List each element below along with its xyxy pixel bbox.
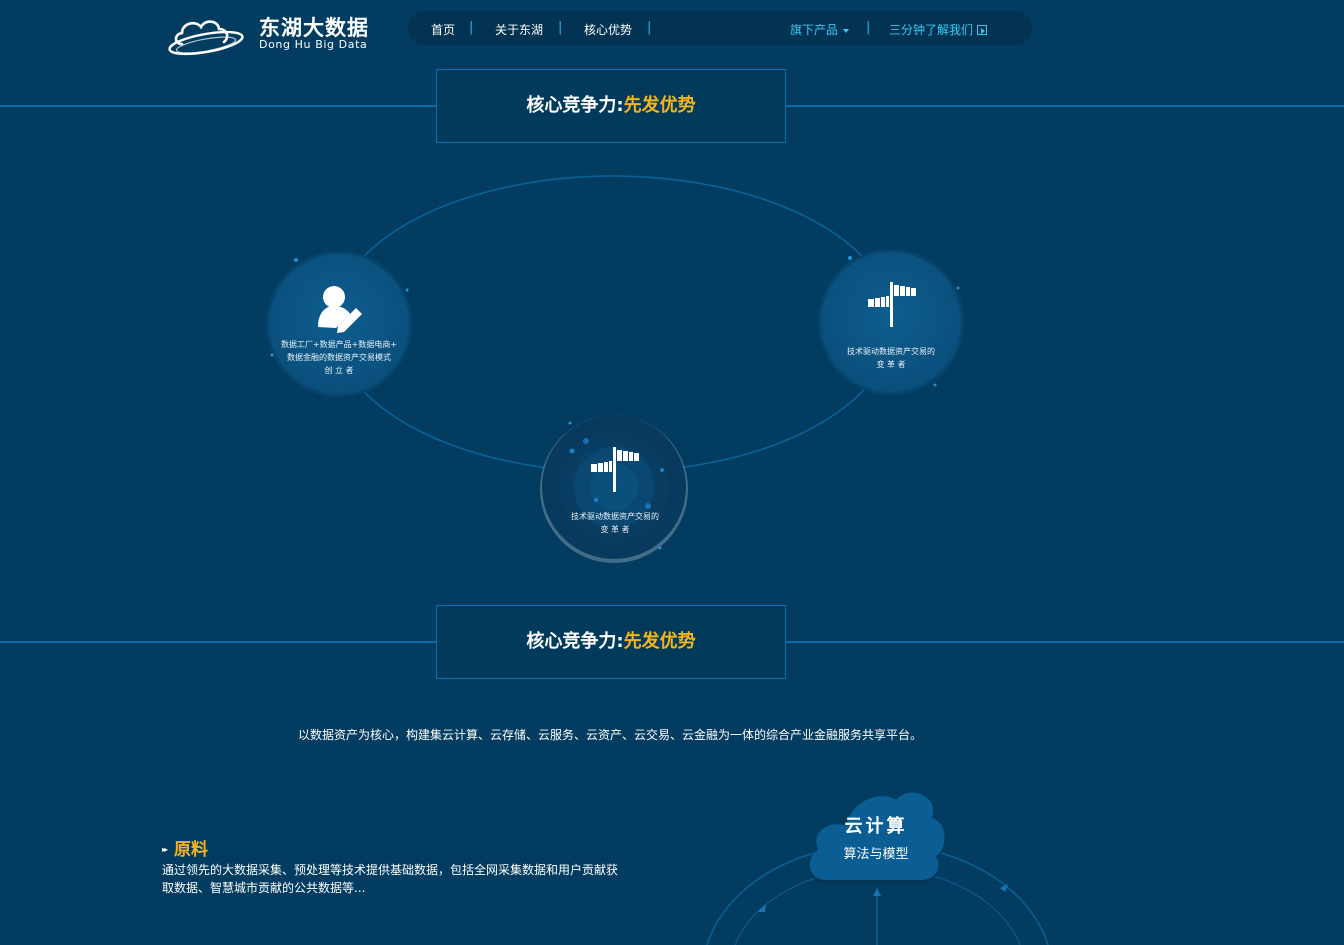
cloud-computing-subtitle: 算法与模型: [843, 847, 909, 862]
raw-material-text: 通过领先的大数据采集、预处理等技术提供基础数据，包括全网采集数据和用户贡献获取数…: [162, 863, 619, 895]
cloud-computing-title[interactable]: 云计算: [818, 812, 934, 838]
double-arrow-icon: ▸▸: [162, 845, 168, 854]
raw-material-heading: ▸▸ 原料: [162, 835, 208, 860]
raw-material-title: 原料: [174, 840, 209, 860]
cloud-arc-diagram: [706, 792, 1049, 945]
